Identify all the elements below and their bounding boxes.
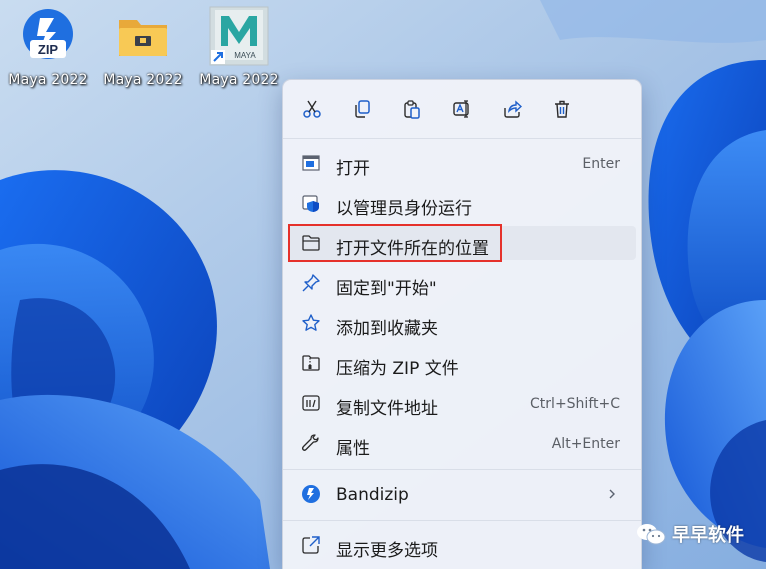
menu-item-label: 打开 bbox=[336, 159, 370, 179]
menu-item-label: 属性 bbox=[336, 439, 370, 459]
context-menu: 打开 Enter 以管理员身份运行 打开文件所在的位置 固定到"开始" 添加到收… bbox=[282, 79, 642, 569]
admin-shield-icon bbox=[302, 195, 319, 212]
cut-button[interactable] bbox=[297, 95, 327, 123]
menu-item-label: 显示更多选项 bbox=[336, 541, 438, 561]
menu-item-label: 压缩为 ZIP 文件 bbox=[336, 359, 459, 379]
desktop-icon-label: Maya 2022 bbox=[103, 72, 183, 88]
watermark-text: 早早软件 bbox=[672, 525, 744, 546]
menu-separator bbox=[283, 138, 641, 139]
folder-icon bbox=[113, 6, 173, 66]
menu-item-label: 固定到"开始" bbox=[336, 279, 437, 299]
rename-icon bbox=[453, 100, 469, 118]
menu-item-open[interactable]: 打开 Enter bbox=[288, 146, 636, 180]
external-open-icon bbox=[302, 536, 320, 554]
delete-button[interactable] bbox=[547, 95, 577, 123]
menu-item-shortcut: Alt+Enter bbox=[551, 436, 620, 452]
menu-separator bbox=[283, 520, 641, 521]
watermark: 早早软件 bbox=[636, 521, 744, 547]
desktop-icon-bandizip-archive[interactable]: ZIP Maya 2022 bbox=[2, 6, 94, 88]
desktop-icon-label: Maya 2022 bbox=[8, 72, 88, 88]
menu-item-show-more-options[interactable]: 显示更多选项 bbox=[288, 528, 636, 562]
menu-item-properties[interactable]: 属性 Alt+Enter bbox=[288, 426, 636, 460]
menu-separator bbox=[283, 469, 641, 470]
menu-item-shortcut: Ctrl+Shift+C bbox=[530, 396, 620, 412]
menu-item-add-to-favorites[interactable]: 添加到收藏夹 bbox=[288, 306, 636, 340]
maya-shortcut-icon: MAYA bbox=[209, 6, 269, 66]
desktop-icon-label: Maya 2022 bbox=[199, 72, 279, 88]
copy-button[interactable] bbox=[347, 95, 377, 123]
rename-button[interactable] bbox=[447, 95, 477, 123]
desktop-icon-maya-shortcut[interactable]: MAYA Maya 2022 bbox=[193, 6, 285, 88]
desktop-icon-folder[interactable]: Maya 2022 bbox=[97, 6, 189, 88]
zip-badge-text: ZIP bbox=[38, 42, 59, 57]
copy-icon bbox=[355, 100, 370, 118]
paste-button[interactable] bbox=[397, 95, 427, 123]
menu-item-bandizip[interactable]: Bandizip bbox=[288, 477, 636, 511]
menu-item-label: 复制文件地址 bbox=[336, 399, 438, 419]
pin-icon bbox=[302, 274, 320, 292]
share-button[interactable] bbox=[497, 95, 527, 123]
menu-item-label: 以管理员身份运行 bbox=[336, 199, 472, 219]
trash-icon bbox=[555, 100, 569, 118]
star-icon bbox=[302, 314, 320, 331]
menu-item-run-as-admin[interactable]: 以管理员身份运行 bbox=[288, 186, 636, 220]
bandizip-zip-icon: ZIP bbox=[18, 6, 78, 66]
menu-item-pin-to-start[interactable]: 固定到"开始" bbox=[288, 266, 636, 300]
copy-path-icon bbox=[302, 395, 320, 411]
clipboard-icon bbox=[404, 100, 420, 119]
bandizip-icon bbox=[302, 485, 320, 503]
context-menu-toolbar bbox=[283, 80, 641, 138]
open-window-icon bbox=[302, 155, 320, 171]
wechat-icon bbox=[637, 524, 666, 545]
menu-item-copy-path[interactable]: 复制文件地址 Ctrl+Shift+C bbox=[288, 386, 636, 420]
menu-item-label: Bandizip bbox=[336, 485, 409, 505]
menu-item-shortcut: Enter bbox=[582, 156, 620, 172]
zip-folder-icon bbox=[302, 355, 320, 371]
share-icon bbox=[504, 100, 522, 118]
menu-item-compress-zip[interactable]: 压缩为 ZIP 文件 bbox=[288, 346, 636, 380]
annotation-highlight-box bbox=[288, 224, 502, 262]
menu-item-label: 添加到收藏夹 bbox=[336, 319, 438, 339]
scissors-icon bbox=[303, 100, 321, 118]
maya-badge-text: MAYA bbox=[234, 51, 256, 60]
chevron-right-icon bbox=[609, 489, 615, 499]
wrench-icon bbox=[301, 434, 319, 451]
